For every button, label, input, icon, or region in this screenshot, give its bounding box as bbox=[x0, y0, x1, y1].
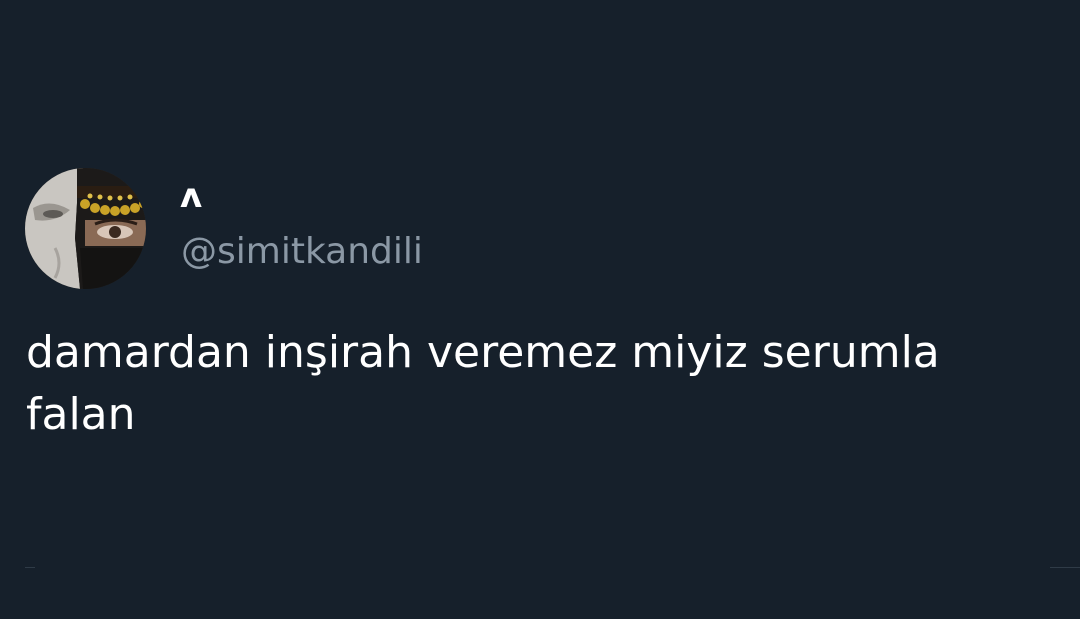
avatar-photo-icon bbox=[25, 168, 146, 289]
username-handle[interactable]: @simitkandili bbox=[181, 226, 423, 278]
divider bbox=[1050, 567, 1080, 568]
avatar[interactable] bbox=[25, 168, 146, 289]
tweet-text: damardan inşirah veremez miyiz serumla f… bbox=[26, 327, 940, 440]
display-name[interactable]: ʌ bbox=[180, 170, 202, 222]
divider bbox=[25, 567, 35, 568]
tweet-card: ʌ @simitkandili damardan inşirah veremez… bbox=[0, 0, 1080, 619]
